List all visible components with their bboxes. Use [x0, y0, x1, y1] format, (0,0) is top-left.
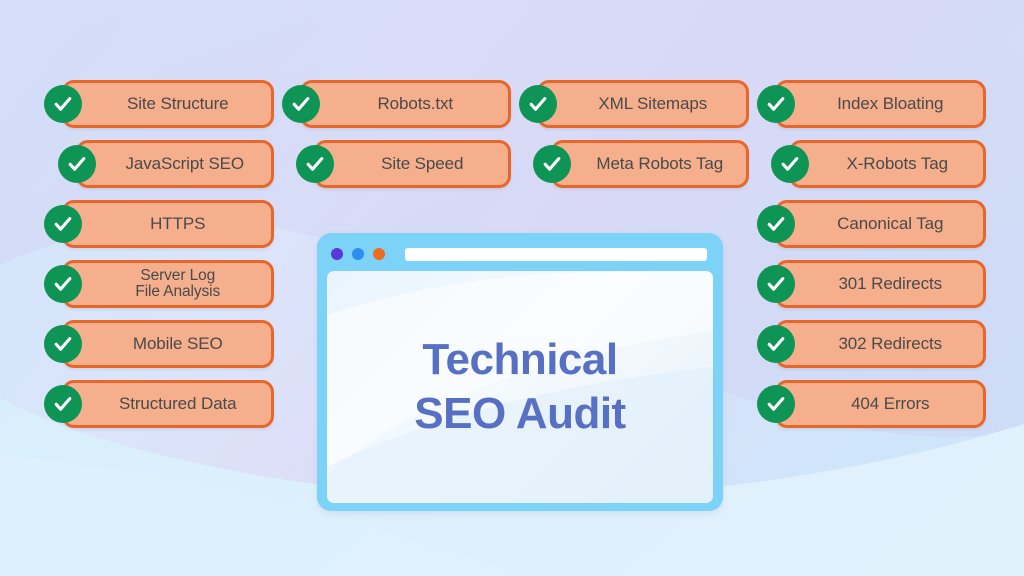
- check-circle-icon: [44, 205, 82, 243]
- checklist-label: Site Structure: [126, 94, 229, 114]
- checklist-item[interactable]: HTTPS: [44, 200, 274, 248]
- checklist-pill[interactable]: Mobile SEO: [62, 320, 274, 368]
- check-circle-icon: [58, 145, 96, 183]
- checklist-item[interactable]: Structured Data: [44, 380, 274, 428]
- checklist-column-1: Site Structure JavaScript SEO HTTPS Serv…: [44, 80, 274, 576]
- window-dot-blue[interactable]: [352, 248, 364, 260]
- check-circle-icon: [533, 145, 571, 183]
- checklist-pill[interactable]: Index Bloating: [774, 80, 986, 128]
- checklist-label: Mobile SEO: [132, 334, 223, 354]
- checklist-item[interactable]: Meta Robots Tag: [533, 140, 749, 188]
- checklist-column-4: Index Bloating X-Robots Tag Canonical Ta…: [756, 80, 986, 576]
- checklist-pill[interactable]: Structured Data: [62, 380, 274, 428]
- checklist-label: JavaScript SEO: [125, 154, 245, 174]
- check-circle-icon: [295, 145, 334, 183]
- checklist-pill[interactable]: JavaScript SEO: [76, 140, 274, 188]
- checklist-label: Server Log File Analysis: [135, 266, 221, 300]
- browser-title-bar: [327, 243, 713, 265]
- checklist-label: Structured Data: [118, 394, 237, 414]
- checklist-pill[interactable]: Canonical Tag: [774, 200, 986, 248]
- window-dot-purple[interactable]: [331, 248, 343, 260]
- checklist-label: Canonical Tag: [837, 214, 944, 234]
- browser-viewport: Technical SEO Audit: [327, 271, 713, 503]
- check-circle-icon: [770, 145, 809, 183]
- checklist-item[interactable]: Site Speed: [295, 140, 511, 188]
- checklist-label: Index Bloating: [837, 94, 944, 114]
- checklist-label: 404 Errors: [851, 394, 930, 414]
- checklist-pill[interactable]: Meta Robots Tag: [551, 140, 749, 188]
- checklist-item[interactable]: 301 Redirects: [756, 260, 986, 308]
- checklist-pill[interactable]: Robots.txt: [299, 80, 511, 128]
- window-dot-orange[interactable]: [373, 248, 385, 260]
- checklist-label: Robots.txt: [377, 94, 454, 114]
- checklist-pill[interactable]: 302 Redirects: [774, 320, 986, 368]
- checklist-label: Site Speed: [381, 154, 464, 174]
- checklist-label: 302 Redirects: [838, 334, 943, 354]
- checklist-item[interactable]: JavaScript SEO: [58, 140, 274, 188]
- checklist-item[interactable]: Index Bloating: [756, 80, 986, 128]
- checklist-label: X-Robots Tag: [846, 154, 949, 174]
- checklist-label: Meta Robots Tag: [596, 154, 724, 174]
- checklist-pill[interactable]: 404 Errors: [774, 380, 986, 428]
- checklist-item[interactable]: Site Structure: [44, 80, 274, 128]
- checklist-item[interactable]: XML Sitemaps: [519, 80, 749, 128]
- checklist-pill[interactable]: Site Speed: [313, 140, 511, 188]
- check-circle-icon: [756, 265, 795, 303]
- check-circle-icon: [44, 265, 82, 303]
- checklist-pill[interactable]: Site Structure: [62, 80, 274, 128]
- page-title-line-2: SEO Audit: [414, 389, 626, 438]
- checklist-pill[interactable]: XML Sitemaps: [537, 80, 749, 128]
- checklist-pill[interactable]: HTTPS: [62, 200, 274, 248]
- checklist-label: 301 Redirects: [838, 274, 943, 294]
- checklist-item[interactable]: 302 Redirects: [756, 320, 986, 368]
- check-circle-icon: [756, 385, 795, 423]
- checklist-item[interactable]: Canonical Tag: [756, 200, 986, 248]
- checklist-item[interactable]: Server Log File Analysis: [44, 260, 274, 308]
- check-circle-icon: [756, 85, 795, 123]
- check-circle-icon: [756, 205, 795, 243]
- checklist-pill[interactable]: X-Robots Tag: [788, 140, 986, 188]
- page-title-line-1: Technical: [422, 335, 618, 385]
- check-circle-icon: [756, 325, 795, 363]
- checklist-item[interactable]: Mobile SEO: [44, 320, 274, 368]
- check-circle-icon: [44, 385, 82, 423]
- checklist-pill[interactable]: Server Log File Analysis: [62, 260, 274, 308]
- page-title: Technical SEO Audit: [414, 333, 626, 440]
- check-circle-icon: [281, 85, 320, 123]
- check-circle-icon: [44, 325, 82, 363]
- checklist-label: XML Sitemaps: [598, 94, 708, 114]
- checklist-item[interactable]: Robots.txt: [281, 80, 511, 128]
- browser-window-mockup: Technical SEO Audit: [317, 233, 723, 511]
- check-circle-icon: [44, 85, 82, 123]
- check-circle-icon: [519, 85, 557, 123]
- address-bar[interactable]: [405, 247, 707, 261]
- checklist-item[interactable]: X-Robots Tag: [770, 140, 986, 188]
- checklist-label: HTTPS: [150, 214, 206, 234]
- checklist-item[interactable]: 404 Errors: [756, 380, 986, 428]
- checklist-pill[interactable]: 301 Redirects: [774, 260, 986, 308]
